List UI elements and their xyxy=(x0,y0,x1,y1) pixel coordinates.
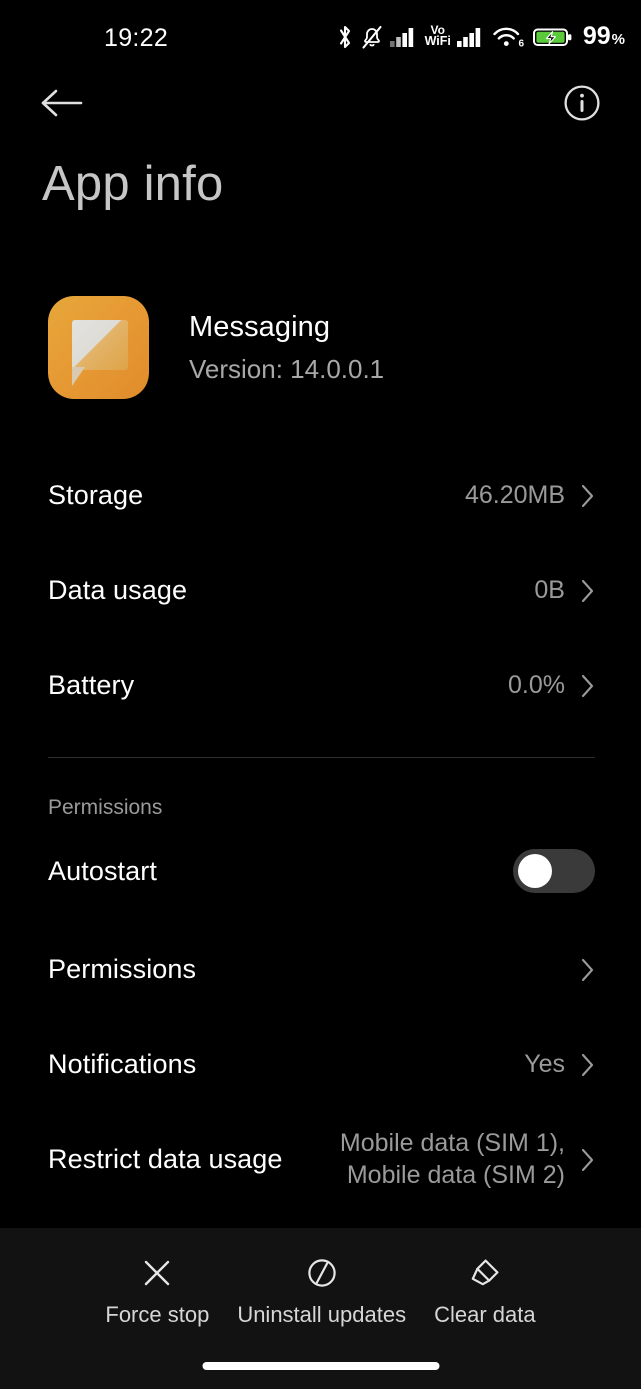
row-autostart-label: Autostart xyxy=(48,855,157,886)
autostart-toggle[interactable] xyxy=(513,849,595,893)
circle-slash-icon xyxy=(305,1255,339,1291)
signal-sim1-icon xyxy=(389,24,418,50)
home-indicator[interactable] xyxy=(202,1362,439,1370)
clear-data-label: Clear data xyxy=(434,1302,536,1327)
row-restrict-data-usage-value: Mobile data (SIM 1), Mobile data (SIM 2) xyxy=(339,1129,565,1189)
bell-muted-icon xyxy=(361,24,383,50)
percent-sign: % xyxy=(611,31,625,48)
eraser-icon xyxy=(467,1255,503,1291)
force-stop-label: Force stop xyxy=(105,1302,210,1327)
bottom-action-bar: Force stop Uninstall updates Clear data xyxy=(0,1228,641,1389)
back-arrow-icon xyxy=(40,88,86,123)
row-data-usage-value: 0B xyxy=(534,575,565,604)
row-permissions[interactable]: Permissions xyxy=(0,922,641,1017)
battery-percentage: 99% xyxy=(583,22,625,51)
info-circle-icon xyxy=(562,83,602,128)
chevron-right-icon xyxy=(581,673,595,699)
uninstall-updates-label: Uninstall updates xyxy=(237,1302,407,1327)
messaging-app-icon xyxy=(48,296,149,399)
row-restrict-data-usage-right: Mobile data (SIM 1), Mobile data (SIM 2) xyxy=(340,1128,595,1191)
row-data-usage-label: Data usage xyxy=(48,575,188,605)
app-info-list: Storage 46.20MB Data usage 0B Battery 0.… xyxy=(0,448,641,1207)
row-battery-right: 0.0% xyxy=(508,670,595,701)
chevron-right-icon xyxy=(581,957,595,983)
wifi-6-icon: 6 xyxy=(492,24,526,50)
status-bar-icons: Vo WiFi 6 99 % xyxy=(336,22,625,51)
row-battery-label: Battery xyxy=(48,670,135,700)
chevron-right-icon xyxy=(581,578,595,604)
row-permissions-right xyxy=(565,957,595,983)
row-battery-value: 0.0% xyxy=(508,670,565,699)
app-name: Messaging xyxy=(189,310,331,343)
row-restrict-data-usage[interactable]: Restrict data usage Mobile data (SIM 1),… xyxy=(0,1112,641,1207)
row-storage[interactable]: Storage 46.20MB xyxy=(0,448,641,543)
row-storage-label: Storage xyxy=(48,480,144,510)
page-title: App info xyxy=(42,157,224,211)
close-x-icon xyxy=(140,1255,174,1291)
vowifi-indicator: Vo WiFi xyxy=(424,24,451,49)
row-battery[interactable]: Battery 0.0% xyxy=(0,638,641,733)
chevron-right-icon xyxy=(581,483,595,509)
top-nav-bar xyxy=(0,68,641,138)
bluetooth-icon xyxy=(336,24,354,50)
app-summary-header: Messaging Version: 14.0.0.1 xyxy=(48,296,384,399)
row-notifications-right: Yes xyxy=(524,1049,595,1080)
row-notifications-value: Yes xyxy=(524,1049,565,1078)
battery-percentage-value: 99 xyxy=(582,22,611,50)
status-bar-clock: 19:22 xyxy=(104,24,169,52)
row-autostart[interactable]: Autostart xyxy=(0,820,641,922)
row-restrict-data-usage-label: Restrict data usage xyxy=(48,1144,283,1174)
signal-sim2-icon xyxy=(456,24,485,50)
permissions-section-header: Permissions xyxy=(48,796,163,819)
row-data-usage-right: 0B xyxy=(534,575,595,606)
row-notifications-label: Notifications xyxy=(48,1049,197,1079)
app-meta: Messaging Version: 14.0.0.1 xyxy=(189,311,384,385)
autostart-toggle-knob xyxy=(518,854,552,888)
chevron-right-icon xyxy=(581,1147,595,1173)
speech-bubble-icon xyxy=(72,320,128,370)
svg-text:6: 6 xyxy=(518,38,524,49)
back-button[interactable] xyxy=(40,82,92,128)
chevron-right-icon xyxy=(581,1052,595,1078)
row-data-usage[interactable]: Data usage 0B xyxy=(0,543,641,638)
speech-bubble-tail-icon xyxy=(72,367,85,386)
row-storage-value: 46.20MB xyxy=(464,480,565,509)
force-stop-button[interactable]: Force stop xyxy=(91,1255,223,1328)
row-storage-right: 46.20MB xyxy=(465,480,595,511)
uninstall-updates-button[interactable]: Uninstall updates xyxy=(223,1255,420,1328)
app-details-info-button[interactable] xyxy=(561,84,603,126)
app-version: Version: 14.0.0.1 xyxy=(189,353,385,384)
row-permissions-label: Permissions xyxy=(48,954,197,984)
clear-data-button[interactable]: Clear data xyxy=(420,1255,550,1328)
app-info-screen: 19:22 Vo WiFi 6 99 % App info Messaging … xyxy=(0,0,641,1389)
vowifi-line-2: WiFi xyxy=(424,34,451,49)
status-bar: 19:22 Vo WiFi 6 99 % xyxy=(0,0,641,68)
battery-charging-icon xyxy=(532,24,573,50)
row-notifications[interactable]: Notifications Yes xyxy=(0,1017,641,1112)
